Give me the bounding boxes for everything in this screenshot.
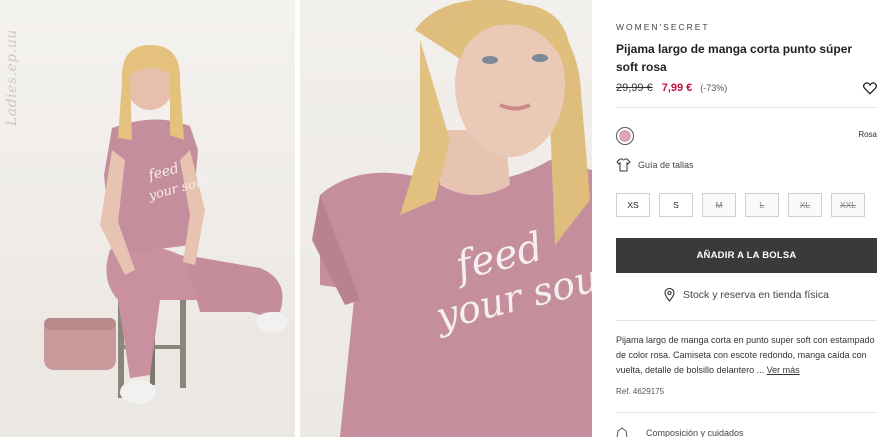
divider xyxy=(616,412,877,413)
composition-accordion[interactable]: Composición y cuidados xyxy=(616,427,744,437)
product-info-panel: WOMEN'SECRET Pijama largo de manga corta… xyxy=(598,0,877,437)
product-image-full[interactable]: feed your soul Ladies.ep.uu xyxy=(0,0,295,437)
composition-label: Composición y cuidados xyxy=(646,428,744,437)
size-guide-label: Guía de tallas xyxy=(638,160,694,170)
selected-color-name: Rosa xyxy=(858,130,877,139)
discount-badge: (-73%) xyxy=(700,83,728,93)
product-description: Pijama largo de manga corta en punto sup… xyxy=(616,333,877,378)
size-guide-link[interactable]: Guía de tallas xyxy=(616,158,694,172)
add-to-bag-button[interactable]: AÑADIR A LA BOLSA xyxy=(616,238,877,273)
model-closeup-illustration: feed your soul xyxy=(312,0,592,437)
price-row: 29,99 € 7,99 € (-73%) xyxy=(616,82,727,94)
store-stock-label: Stock y reserva en tienda física xyxy=(683,289,829,301)
sale-price: 7,99 € xyxy=(661,82,693,94)
care-icon xyxy=(616,427,628,437)
size-option-xl[interactable]: XL xyxy=(788,193,822,217)
size-option-s[interactable]: S xyxy=(659,193,693,217)
size-option-m[interactable]: M xyxy=(702,193,736,217)
size-selector: XS S M L XL XXL xyxy=(616,193,865,217)
watermark: Ladies.ep.uu xyxy=(4,29,20,126)
description-text: Pijama largo de manga corta en punto sup… xyxy=(616,335,875,375)
product-title: Pijama largo de manga corta punto súper … xyxy=(616,42,853,74)
swatch-fill xyxy=(619,130,631,142)
see-more-link[interactable]: Ver más xyxy=(767,365,800,375)
model-full-illustration: feed your soul xyxy=(0,45,295,437)
size-option-xxl[interactable]: XXL xyxy=(831,193,865,217)
heart-icon[interactable] xyxy=(863,82,877,95)
size-option-xs[interactable]: XS xyxy=(616,193,650,217)
size-option-l[interactable]: L xyxy=(745,193,779,217)
divider xyxy=(616,320,877,321)
old-price: 29,99 € xyxy=(616,82,653,94)
location-pin-icon xyxy=(664,288,675,302)
store-stock-link[interactable]: Stock y reserva en tienda física xyxy=(616,288,877,302)
product-image-closeup[interactable]: feed your soul xyxy=(300,0,592,437)
product-reference: Ref. 4629175 xyxy=(616,387,665,396)
divider xyxy=(616,107,877,108)
brand-name: WOMEN'SECRET xyxy=(616,22,710,32)
color-swatch-rosa[interactable] xyxy=(616,127,634,145)
tshirt-icon xyxy=(616,158,631,172)
